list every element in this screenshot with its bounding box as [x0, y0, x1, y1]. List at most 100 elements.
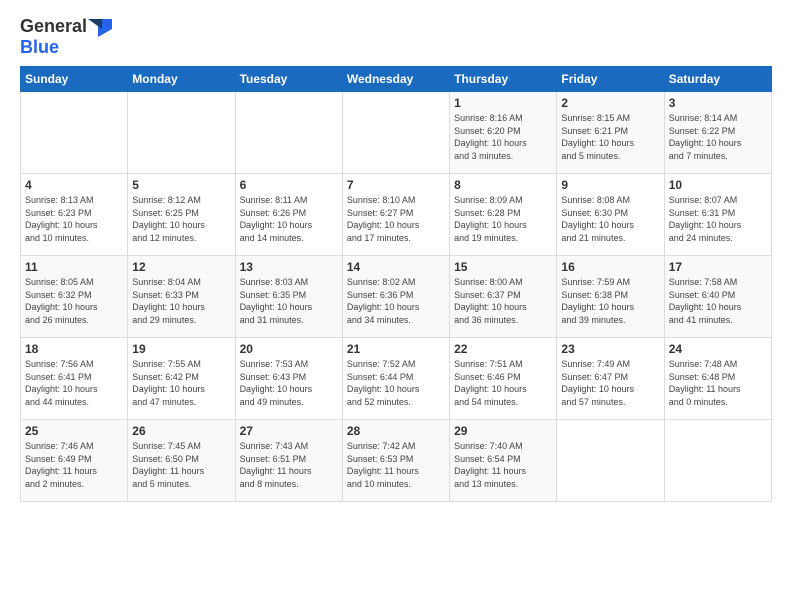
calendar-cell: 9Sunrise: 8:08 AMSunset: 6:30 PMDaylight…	[557, 174, 664, 256]
day-number: 20	[240, 342, 338, 356]
day-number: 22	[454, 342, 552, 356]
day-number: 14	[347, 260, 445, 274]
day-number: 13	[240, 260, 338, 274]
calendar-cell: 16Sunrise: 7:59 AMSunset: 6:38 PMDayligh…	[557, 256, 664, 338]
day-number: 10	[669, 178, 767, 192]
calendar-cell: 3Sunrise: 8:14 AMSunset: 6:22 PMDaylight…	[664, 92, 771, 174]
day-info: Sunrise: 7:43 AMSunset: 6:51 PMDaylight:…	[240, 440, 338, 490]
weekday-header-monday: Monday	[128, 67, 235, 92]
calendar-cell	[342, 92, 449, 174]
day-number: 3	[669, 96, 767, 110]
page: General Blue SundayMondayTuesdayWednesda…	[0, 0, 792, 612]
calendar-body: 1 Sunrise: 8:16 AMSunset: 6:20 PMDaylight…	[21, 92, 772, 502]
calendar-week-4: 25 Sunrise: 7:46 AMSunset: 6:49 PMDayligh…	[21, 420, 772, 502]
calendar-cell: 12 Sunrise: 8:04 AMSunset: 6:33 PMDayligh…	[128, 256, 235, 338]
day-number: 6	[240, 178, 338, 192]
day-info: Sunrise: 7:55 AMSunset: 6:42 PMDaylight:…	[132, 358, 230, 408]
day-info: Sunrise: 7:52 AMSunset: 6:44 PMDaylight:…	[347, 358, 445, 408]
day-info: Sunrise: 8:09 AMSunset: 6:28 PMDaylight:…	[454, 194, 552, 244]
day-info: Sunrise: 7:51 AMSunset: 6:46 PMDaylight:…	[454, 358, 552, 408]
logo-bird-icon	[88, 17, 112, 37]
calendar-cell: 10 Sunrise: 8:07 AMSunset: 6:31 PMDayligh…	[664, 174, 771, 256]
day-info: Sunrise: 8:03 AMSunset: 6:35 PMDaylight:…	[240, 276, 338, 326]
calendar-cell: 5 Sunrise: 8:12 AMSunset: 6:25 PMDaylight…	[128, 174, 235, 256]
calendar-cell: 24 Sunrise: 7:48 AMSunset: 6:48 PMDayligh…	[664, 338, 771, 420]
weekday-header-saturday: Saturday	[664, 67, 771, 92]
day-number: 12	[132, 260, 230, 274]
day-number: 24	[669, 342, 767, 356]
day-info: Sunrise: 7:58 AMSunset: 6:40 PMDaylight:…	[669, 276, 767, 326]
calendar-cell: 27 Sunrise: 7:43 AMSunset: 6:51 PMDayligh…	[235, 420, 342, 502]
calendar-cell: 23Sunrise: 7:49 AMSunset: 6:47 PMDayligh…	[557, 338, 664, 420]
day-info: Sunrise: 8:00 AMSunset: 6:37 PMDaylight:…	[454, 276, 552, 326]
day-number: 2	[561, 96, 659, 110]
weekday-header-wednesday: Wednesday	[342, 67, 449, 92]
weekday-header-thursday: Thursday	[450, 67, 557, 92]
calendar-week-3: 18Sunrise: 7:56 AMSunset: 6:41 PMDayligh…	[21, 338, 772, 420]
calendar-cell	[21, 92, 128, 174]
calendar-cell: 8Sunrise: 8:09 AMSunset: 6:28 PMDaylight…	[450, 174, 557, 256]
logo-blue-label: Blue	[20, 37, 59, 58]
calendar-cell: 28 Sunrise: 7:42 AMSunset: 6:53 PMDayligh…	[342, 420, 449, 502]
day-info: Sunrise: 8:13 AMSunset: 6:23 PMDaylight:…	[25, 194, 123, 244]
day-info: Sunrise: 7:46 AMSunset: 6:49 PMDaylight:…	[25, 440, 123, 490]
day-info: Sunrise: 8:16 AMSunset: 6:20 PMDaylight:…	[454, 112, 552, 162]
calendar-cell: 2Sunrise: 8:15 AMSunset: 6:21 PMDaylight…	[557, 92, 664, 174]
day-number: 15	[454, 260, 552, 274]
day-info: Sunrise: 8:10 AMSunset: 6:27 PMDaylight:…	[347, 194, 445, 244]
day-info: Sunrise: 7:48 AMSunset: 6:48 PMDaylight:…	[669, 358, 767, 408]
day-info: Sunrise: 7:42 AMSunset: 6:53 PMDaylight:…	[347, 440, 445, 490]
day-info: Sunrise: 7:45 AMSunset: 6:50 PMDaylight:…	[132, 440, 230, 490]
day-info: Sunrise: 8:04 AMSunset: 6:33 PMDaylight:…	[132, 276, 230, 326]
calendar-cell	[128, 92, 235, 174]
calendar-cell: 15 Sunrise: 8:00 AMSunset: 6:37 PMDayligh…	[450, 256, 557, 338]
day-number: 28	[347, 424, 445, 438]
calendar-week-1: 4 Sunrise: 8:13 AMSunset: 6:23 PMDaylight…	[21, 174, 772, 256]
calendar-cell: 29 Sunrise: 7:40 AMSunset: 6:54 PMDayligh…	[450, 420, 557, 502]
day-number: 25	[25, 424, 123, 438]
day-info: Sunrise: 7:53 AMSunset: 6:43 PMDaylight:…	[240, 358, 338, 408]
weekday-header-sunday: Sunday	[21, 67, 128, 92]
weekday-row: SundayMondayTuesdayWednesdayThursdayFrid…	[21, 67, 772, 92]
calendar-header: SundayMondayTuesdayWednesdayThursdayFrid…	[21, 67, 772, 92]
logo-general-text: General	[20, 16, 87, 37]
day-info: Sunrise: 8:12 AMSunset: 6:25 PMDaylight:…	[132, 194, 230, 244]
day-number: 4	[25, 178, 123, 192]
day-info: Sunrise: 8:11 AMSunset: 6:26 PMDaylight:…	[240, 194, 338, 244]
calendar-cell: 13 Sunrise: 8:03 AMSunset: 6:35 PMDayligh…	[235, 256, 342, 338]
day-number: 1	[454, 96, 552, 110]
calendar-cell: 21 Sunrise: 7:52 AMSunset: 6:44 PMDayligh…	[342, 338, 449, 420]
weekday-header-friday: Friday	[557, 67, 664, 92]
day-number: 21	[347, 342, 445, 356]
day-info: Sunrise: 7:56 AMSunset: 6:41 PMDaylight:…	[25, 358, 123, 408]
day-info: Sunrise: 8:05 AMSunset: 6:32 PMDaylight:…	[25, 276, 123, 326]
day-info: Sunrise: 8:07 AMSunset: 6:31 PMDaylight:…	[669, 194, 767, 244]
calendar-cell	[664, 420, 771, 502]
calendar-cell: 20 Sunrise: 7:53 AMSunset: 6:43 PMDayligh…	[235, 338, 342, 420]
day-number: 17	[669, 260, 767, 274]
calendar-cell: 6 Sunrise: 8:11 AMSunset: 6:26 PMDaylight…	[235, 174, 342, 256]
calendar-cell: 4 Sunrise: 8:13 AMSunset: 6:23 PMDaylight…	[21, 174, 128, 256]
day-number: 11	[25, 260, 123, 274]
day-number: 29	[454, 424, 552, 438]
calendar-week-0: 1 Sunrise: 8:16 AMSunset: 6:20 PMDaylight…	[21, 92, 772, 174]
calendar-cell: 19Sunrise: 7:55 AMSunset: 6:42 PMDayligh…	[128, 338, 235, 420]
calendar-cell: 1 Sunrise: 8:16 AMSunset: 6:20 PMDaylight…	[450, 92, 557, 174]
day-number: 7	[347, 178, 445, 192]
logo: General Blue	[20, 16, 113, 58]
calendar-cell	[235, 92, 342, 174]
calendar-week-2: 11 Sunrise: 8:05 AMSunset: 6:32 PMDayligh…	[21, 256, 772, 338]
weekday-header-tuesday: Tuesday	[235, 67, 342, 92]
day-number: 16	[561, 260, 659, 274]
calendar-cell: 18Sunrise: 7:56 AMSunset: 6:41 PMDayligh…	[21, 338, 128, 420]
calendar-cell	[557, 420, 664, 502]
calendar-cell: 25 Sunrise: 7:46 AMSunset: 6:49 PMDayligh…	[21, 420, 128, 502]
header: General Blue	[20, 16, 772, 58]
calendar-cell: 17 Sunrise: 7:58 AMSunset: 6:40 PMDayligh…	[664, 256, 771, 338]
day-number: 23	[561, 342, 659, 356]
day-info: Sunrise: 7:40 AMSunset: 6:54 PMDaylight:…	[454, 440, 552, 490]
calendar-cell: 11 Sunrise: 8:05 AMSunset: 6:32 PMDayligh…	[21, 256, 128, 338]
calendar-cell: 22 Sunrise: 7:51 AMSunset: 6:46 PMDayligh…	[450, 338, 557, 420]
day-number: 5	[132, 178, 230, 192]
day-number: 27	[240, 424, 338, 438]
